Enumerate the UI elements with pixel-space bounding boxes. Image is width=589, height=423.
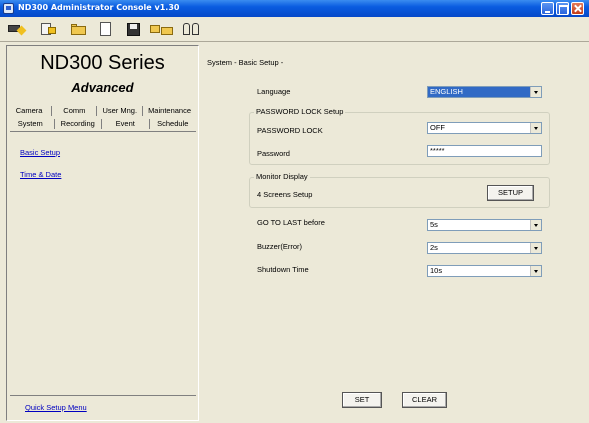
save-icon[interactable] — [125, 21, 143, 37]
password-lock-value: OFF — [430, 123, 445, 132]
toolbar — [0, 17, 589, 41]
users-icon[interactable] — [182, 21, 202, 37]
copy-folders-icon[interactable] — [150, 21, 174, 37]
nav-basic-setup[interactable]: Basic Setup — [20, 148, 60, 157]
shutdown-value: 10s — [430, 266, 443, 275]
goto-last-label: GO TO LAST before — [257, 218, 325, 227]
chevron-down-icon — [530, 266, 541, 276]
buzzer-select[interactable]: 2s — [427, 242, 542, 254]
chevron-down-icon — [530, 87, 541, 97]
chevron-down-icon — [530, 220, 541, 230]
open-folder-icon[interactable] — [70, 21, 88, 37]
goto-last-select[interactable]: 5s — [427, 219, 542, 231]
toolbar-divider — [0, 41, 589, 42]
screens-setup-label: 4 Screens Setup — [257, 190, 313, 199]
tab-user-mng[interactable]: User Mng. — [97, 106, 144, 116]
close-button[interactable] — [571, 2, 584, 15]
password-lock-select[interactable]: OFF — [427, 122, 542, 134]
brand-subtitle: Advanced — [71, 80, 134, 95]
tab-comm[interactable]: Comm — [52, 106, 98, 116]
set-button[interactable]: SET — [342, 392, 382, 408]
tab-row-2: System Recording Event Schedule — [10, 118, 196, 130]
nav-time-date[interactable]: Time & Date — [20, 170, 61, 179]
language-select[interactable]: ENGLISH — [427, 86, 542, 98]
breadcrumb: System - Basic Setup - — [207, 58, 284, 67]
buzzer-label: Buzzer(Error) — [257, 242, 303, 251]
shutdown-select[interactable]: 10s — [427, 265, 542, 277]
tab-recording[interactable]: Recording — [55, 119, 102, 129]
connect-icon[interactable] — [8, 21, 27, 37]
title-bar: ND300 Administrator Console v1.30 — [0, 0, 589, 17]
app-icon — [3, 3, 14, 14]
language-value: ENGLISH — [430, 87, 463, 96]
buzzer-value: 2s — [430, 243, 438, 252]
tab-event[interactable]: Event — [102, 119, 150, 129]
tab-maintenance[interactable]: Maintenance — [143, 106, 196, 116]
password-lock-group — [249, 112, 550, 165]
password-label: Password — [257, 149, 290, 158]
brand-title: ND300 Series — [40, 52, 165, 74]
monitor-group-title: Monitor Display — [254, 172, 310, 181]
new-file-icon[interactable] — [97, 21, 115, 37]
login-icon[interactable] — [40, 21, 58, 37]
goto-last-value: 5s — [430, 220, 438, 229]
language-label: Language — [257, 87, 291, 96]
sidebar-bottom-divider — [10, 395, 196, 396]
window-title: ND300 Administrator Console v1.30 — [18, 3, 180, 12]
tab-row-1: Camera Comm User Mng. Maintenance — [10, 105, 196, 117]
tab-camera[interactable]: Camera — [10, 106, 53, 116]
chevron-down-icon — [530, 123, 541, 133]
setup-button[interactable]: SETUP — [487, 185, 534, 201]
quick-setup-link[interactable]: Quick Setup Menu — [25, 403, 87, 412]
sidebar: ND300 Series Advanced Camera Comm User M… — [6, 45, 199, 421]
chevron-down-icon — [530, 243, 541, 253]
minimize-button[interactable] — [541, 2, 554, 15]
shutdown-label: Shutdown Time — [257, 265, 309, 274]
tab-schedule[interactable]: Schedule — [150, 119, 197, 129]
password-lock-label: PASSWORD LOCK — [257, 126, 323, 135]
main-panel: System - Basic Setup - Language ENGLISH … — [201, 45, 587, 421]
tab-system[interactable]: System — [10, 119, 55, 129]
password-group-title: PASSWORD LOCK Setup — [254, 107, 346, 116]
password-field[interactable]: ***** — [427, 145, 542, 157]
maximize-button[interactable] — [556, 2, 569, 15]
clear-button[interactable]: CLEAR — [402, 392, 447, 408]
tab-divider — [10, 131, 196, 132]
